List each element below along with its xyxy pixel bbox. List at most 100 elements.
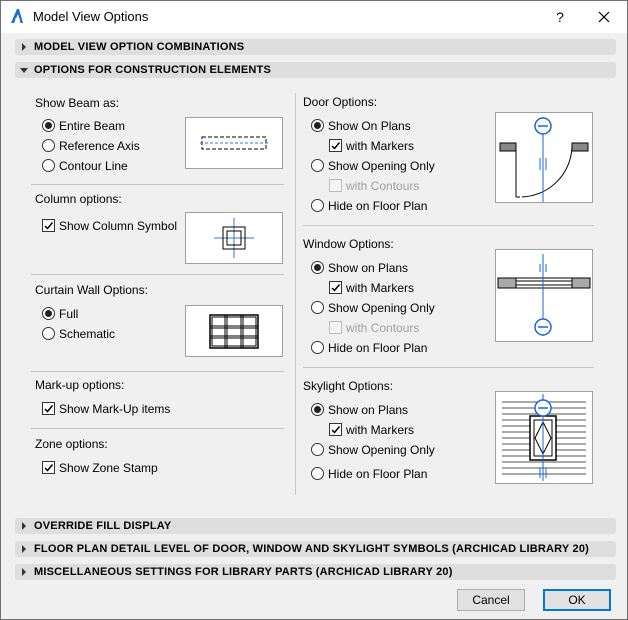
door-with-contours-label: with Contours	[346, 179, 420, 193]
door-hide-on-floor-plan-radio[interactable]	[311, 199, 324, 212]
window-preview	[495, 249, 593, 342]
door-show-on-plans-radio[interactable]	[311, 119, 324, 132]
show-zone-stamp-checkbox[interactable]	[42, 461, 55, 474]
beam-preview-icon	[200, 136, 268, 150]
section-miscellaneous-settings[interactable]: MISCELLANEOUS SETTINGS FOR LIBRARY PARTS…	[15, 564, 616, 580]
zone-group-title: Zone options:	[35, 437, 108, 451]
door-show-opening-only-label: Show Opening Only	[328, 159, 435, 173]
door-show-on-plans-label: Show On Plans	[328, 119, 411, 133]
window-with-markers-label: with Markers	[346, 281, 415, 295]
show-column-symbol-checkbox[interactable]	[42, 219, 55, 232]
dialog-window: Model View Options ? MODEL VIEW OPTION C…	[0, 0, 628, 620]
curtain-wall-preview	[185, 305, 283, 357]
curtain-wall-schematic-radio[interactable]	[42, 327, 55, 340]
beam-reference-axis-label: Reference Axis	[59, 139, 140, 153]
close-icon[interactable]	[589, 4, 619, 30]
show-zone-stamp-label: Show Zone Stamp	[59, 461, 158, 475]
section-construction-elements[interactable]: OPTIONS FOR CONSTRUCTION ELEMENTS	[15, 62, 616, 78]
window-with-markers-checkbox[interactable]	[329, 281, 342, 294]
checkmark-icon	[44, 464, 54, 472]
door-hide-on-floor-plan-label: Hide on Floor Plan	[328, 199, 428, 213]
window-show-opening-only-radio[interactable]	[311, 301, 324, 314]
door-group-title: Door Options:	[303, 95, 378, 109]
chevron-right-icon	[22, 522, 26, 530]
skylight-with-markers-label: with Markers	[346, 423, 415, 437]
door-show-opening-only-radio[interactable]	[311, 159, 324, 172]
window-group-title: Window Options:	[303, 237, 394, 251]
checkmark-icon	[331, 284, 341, 292]
column-divider	[295, 93, 296, 495]
divider	[31, 371, 284, 372]
window-title: Model View Options	[33, 9, 149, 24]
divider	[31, 428, 284, 429]
skylight-show-opening-only-radio[interactable]	[311, 443, 324, 456]
curtain-wall-group-title: Curtain Wall Options:	[35, 283, 148, 297]
skylight-group-title: Skylight Options:	[303, 379, 394, 393]
skylight-preview-icon	[502, 394, 586, 481]
show-column-symbol-label: Show Column Symbol	[59, 219, 178, 233]
window-preview-icon	[497, 254, 591, 336]
curtain-wall-full-radio[interactable]	[42, 307, 55, 320]
curtain-wall-full-label: Full	[59, 307, 79, 321]
window-with-contours-checkbox[interactable]	[329, 321, 342, 334]
chevron-right-icon	[22, 545, 26, 553]
curtain-wall-schematic-label: Schematic	[59, 327, 116, 341]
cancel-button[interactable]: Cancel	[457, 589, 525, 611]
section-floor-plan-detail-level[interactable]: FLOOR PLAN DETAIL LEVEL OF DOOR, WINDOW …	[15, 541, 616, 557]
section-model-view-combinations[interactable]: MODEL VIEW OPTION COMBINATIONS	[15, 39, 616, 55]
window-show-on-plans-radio[interactable]	[311, 261, 324, 274]
checkmark-icon	[331, 426, 341, 434]
markup-group-title: Mark-up options:	[35, 378, 125, 392]
door-with-contours-checkbox[interactable]	[329, 179, 342, 192]
window-hide-on-floor-plan-radio[interactable]	[311, 341, 324, 354]
section-override-fill-display[interactable]: OVERRIDE FILL DISPLAY	[15, 518, 616, 534]
door-preview	[495, 112, 593, 203]
door-with-markers-label: with Markers	[346, 139, 415, 153]
window-show-opening-only-label: Show Opening Only	[328, 301, 435, 315]
skylight-show-on-plans-radio[interactable]	[311, 403, 324, 416]
chevron-right-icon	[22, 568, 26, 576]
divider	[303, 225, 594, 226]
divider	[31, 274, 284, 275]
beam-entire-radio[interactable]	[42, 119, 55, 132]
section-label: MISCELLANEOUS SETTINGS FOR LIBRARY PARTS…	[34, 566, 453, 578]
title-bar: Model View Options ?	[1, 1, 627, 33]
skylight-preview	[495, 391, 593, 484]
help-button[interactable]: ?	[547, 4, 573, 30]
door-preview-icon	[499, 117, 589, 202]
checkmark-icon	[44, 222, 54, 230]
ok-button[interactable]: OK	[543, 589, 611, 611]
window-hide-on-floor-plan-label: Hide on Floor Plan	[328, 341, 428, 355]
skylight-show-opening-only-label: Show Opening Only	[328, 443, 435, 457]
divider	[31, 184, 284, 185]
chevron-down-icon	[20, 68, 28, 73]
beam-reference-axis-radio[interactable]	[42, 139, 55, 152]
divider	[303, 367, 594, 368]
skylight-hide-on-floor-plan-radio[interactable]	[311, 467, 324, 480]
chevron-right-icon	[22, 43, 26, 51]
beam-group-title: Show Beam as:	[35, 96, 120, 110]
checkmark-icon	[331, 142, 341, 150]
section-label: OVERRIDE FILL DISPLAY	[34, 520, 172, 532]
skylight-with-markers-checkbox[interactable]	[329, 423, 342, 436]
column-group-title: Column options:	[35, 192, 122, 206]
beam-contour-line-radio[interactable]	[42, 159, 55, 172]
beam-entire-label: Entire Beam	[59, 119, 126, 133]
skylight-show-on-plans-label: Show on Plans	[328, 403, 409, 417]
beam-contour-line-label: Contour Line	[59, 159, 128, 173]
show-markup-label: Show Mark-Up items	[59, 402, 171, 416]
section-label: MODEL VIEW OPTION COMBINATIONS	[34, 41, 245, 53]
section-label: OPTIONS FOR CONSTRUCTION ELEMENTS	[34, 64, 271, 76]
door-with-markers-checkbox[interactable]	[329, 139, 342, 152]
skylight-hide-on-floor-plan-label: Hide on Floor Plan	[328, 467, 428, 481]
section-label: FLOOR PLAN DETAIL LEVEL OF DOOR, WINDOW …	[34, 543, 589, 555]
window-with-contours-label: with Contours	[346, 321, 420, 335]
column-preview-icon	[214, 218, 254, 258]
window-show-on-plans-label: Show on Plans	[328, 261, 409, 275]
curtain-wall-preview-icon	[209, 314, 259, 349]
beam-preview	[185, 117, 283, 169]
show-markup-checkbox[interactable]	[42, 402, 55, 415]
checkmark-icon	[44, 405, 54, 413]
column-preview	[185, 212, 283, 264]
archicad-icon	[11, 9, 23, 23]
